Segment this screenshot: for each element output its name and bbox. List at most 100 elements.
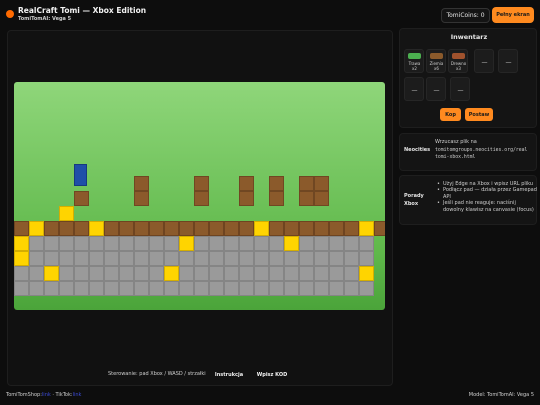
dirt-block[interactable] [314, 176, 329, 191]
enter-code-button[interactable]: Wpisz KOD [252, 368, 292, 381]
stone-block[interactable] [209, 236, 224, 251]
stone-block[interactable] [149, 281, 164, 296]
gold-block[interactable] [359, 221, 374, 236]
stone-block[interactable] [89, 266, 104, 281]
stone-block[interactable] [44, 251, 59, 266]
stone-block[interactable] [194, 281, 209, 296]
stone-block[interactable] [179, 251, 194, 266]
wood-block[interactable] [104, 221, 119, 236]
stone-block[interactable] [59, 281, 74, 296]
stone-block[interactable] [59, 236, 74, 251]
stone-block[interactable] [29, 266, 44, 281]
stone-block[interactable] [59, 266, 74, 281]
dirt-block[interactable] [239, 191, 254, 206]
stone-block[interactable] [224, 281, 239, 296]
gold-block[interactable] [14, 236, 29, 251]
stone-block[interactable] [149, 251, 164, 266]
stone-block[interactable] [164, 281, 179, 296]
stone-block[interactable] [224, 266, 239, 281]
stone-block[interactable] [269, 251, 284, 266]
wood-block[interactable] [209, 221, 224, 236]
inventory-slot-grass[interactable]: Trawa x2 [404, 49, 424, 73]
fullscreen-button[interactable]: Pełny ekran [492, 7, 534, 23]
wood-block[interactable] [119, 221, 134, 236]
stone-block[interactable] [104, 251, 119, 266]
gold-block[interactable] [89, 221, 104, 236]
wood-block[interactable] [269, 221, 284, 236]
stone-block[interactable] [14, 266, 29, 281]
dirt-block[interactable] [299, 191, 314, 206]
stone-block[interactable] [329, 281, 344, 296]
stone-block[interactable] [269, 281, 284, 296]
gold-block[interactable] [14, 251, 29, 266]
inventory-slot-wood[interactable]: Drewno x3 [448, 49, 468, 73]
wood-block[interactable] [194, 221, 209, 236]
gold-block[interactable] [44, 266, 59, 281]
wood-block[interactable] [239, 221, 254, 236]
stone-block[interactable] [104, 266, 119, 281]
wood-block[interactable] [314, 221, 329, 236]
stone-block[interactable] [134, 281, 149, 296]
stone-block[interactable] [344, 281, 359, 296]
stone-block[interactable] [299, 251, 314, 266]
stone-block[interactable] [224, 236, 239, 251]
stone-block[interactable] [344, 251, 359, 266]
stone-block[interactable] [179, 281, 194, 296]
stone-block[interactable] [74, 236, 89, 251]
stone-block[interactable] [89, 281, 104, 296]
stone-block[interactable] [149, 236, 164, 251]
stone-block[interactable] [89, 236, 104, 251]
wood-block[interactable] [299, 221, 314, 236]
stone-block[interactable] [239, 236, 254, 251]
stone-block[interactable] [314, 281, 329, 296]
stone-block[interactable] [209, 266, 224, 281]
wood-block[interactable] [44, 221, 59, 236]
gold-block[interactable] [59, 206, 74, 221]
inventory-slot-dirt[interactable]: Ziemia x6 [426, 49, 446, 73]
stone-block[interactable] [179, 266, 194, 281]
stone-block[interactable] [284, 251, 299, 266]
stone-block[interactable] [254, 266, 269, 281]
stone-block[interactable] [119, 266, 134, 281]
stone-block[interactable] [149, 266, 164, 281]
place-button[interactable]: Postaw [465, 108, 493, 121]
stone-block[interactable] [29, 251, 44, 266]
stone-block[interactable] [119, 281, 134, 296]
wood-block[interactable] [374, 221, 385, 236]
gold-block[interactable] [29, 221, 44, 236]
stone-block[interactable] [269, 236, 284, 251]
stone-block[interactable] [284, 281, 299, 296]
stone-block[interactable] [224, 251, 239, 266]
stone-block[interactable] [194, 236, 209, 251]
dirt-block[interactable] [299, 176, 314, 191]
dirt-block[interactable] [239, 176, 254, 191]
stone-block[interactable] [239, 281, 254, 296]
dirt-block[interactable] [269, 176, 284, 191]
wood-block[interactable] [224, 221, 239, 236]
stone-block[interactable] [119, 236, 134, 251]
wood-block[interactable] [74, 221, 89, 236]
stone-block[interactable] [239, 251, 254, 266]
stone-block[interactable] [209, 251, 224, 266]
stone-block[interactable] [134, 266, 149, 281]
stone-block[interactable] [239, 266, 254, 281]
stone-block[interactable] [59, 251, 74, 266]
stone-block[interactable] [299, 236, 314, 251]
dirt-block[interactable] [314, 191, 329, 206]
wood-block[interactable] [329, 221, 344, 236]
dirt-block[interactable] [194, 176, 209, 191]
wood-block[interactable] [149, 221, 164, 236]
stone-block[interactable] [344, 266, 359, 281]
stone-block[interactable] [344, 236, 359, 251]
inventory-slot-empty[interactable]: — [474, 49, 494, 73]
gold-block[interactable] [284, 236, 299, 251]
stone-block[interactable] [74, 251, 89, 266]
stone-block[interactable] [44, 281, 59, 296]
shop-link[interactable]: link [42, 392, 51, 398]
wood-block[interactable] [284, 221, 299, 236]
stone-block[interactable] [314, 236, 329, 251]
stone-block[interactable] [254, 236, 269, 251]
wood-block[interactable] [134, 221, 149, 236]
gold-block[interactable] [254, 221, 269, 236]
stone-block[interactable] [29, 236, 44, 251]
